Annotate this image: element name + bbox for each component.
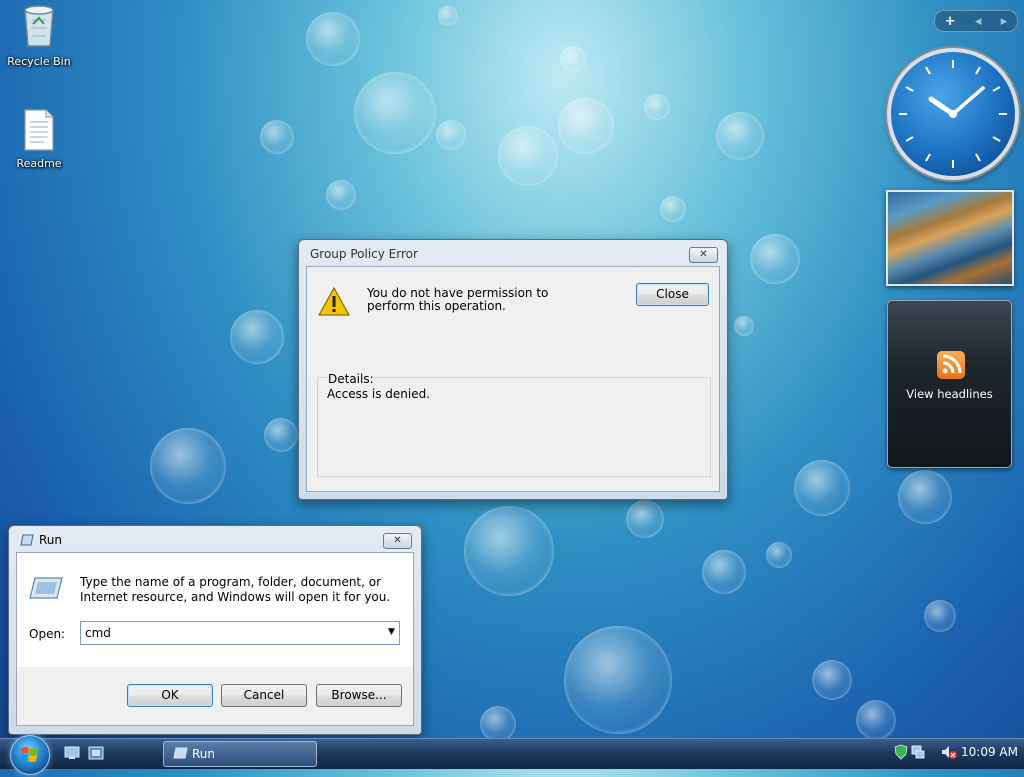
details-group: Details: Access is denied.	[317, 372, 711, 477]
dialog-title-bar[interactable]: Group Policy Error ✕	[299, 240, 727, 266]
open-input[interactable]: cmd	[85, 626, 111, 640]
run-dialog: Run ✕ Type the name of a program, folder…	[8, 525, 422, 735]
taskbar-button-run[interactable]: Run	[163, 741, 317, 767]
dialog-button-area: OK Cancel Browse...	[16, 667, 414, 726]
start-button[interactable]	[10, 735, 50, 775]
network-icon[interactable]	[910, 744, 926, 763]
slideshow-gadget-photo[interactable]	[886, 190, 1014, 286]
details-text: Access is denied.	[327, 387, 431, 401]
view-headlines-label: View headlines	[906, 387, 993, 401]
group-policy-error-dialog: Group Policy Error ✕ You do not have per…	[298, 239, 728, 500]
dialog-title: Group Policy Error	[310, 247, 418, 261]
run-icon	[20, 534, 34, 549]
chevron-down-icon[interactable]: ▼	[388, 627, 395, 637]
warning-icon	[317, 286, 351, 320]
dialog-body: You do not have permission to perform th…	[306, 266, 720, 492]
close-icon: ✕	[393, 535, 402, 546]
taskbar-clock[interactable]: 10:09 AM	[961, 745, 1018, 759]
desktop-icon-label: Recycle Bin	[7, 55, 71, 68]
clock-gadget[interactable]	[887, 48, 1019, 180]
desktop-icon-recycle-bin[interactable]: Recycle Bin	[4, 2, 74, 68]
browse-button[interactable]: Browse...	[316, 684, 402, 707]
text-document-icon	[4, 108, 74, 155]
run-icon	[173, 747, 188, 762]
error-message: You do not have permission to perform th…	[367, 286, 549, 313]
open-label: Open:	[29, 627, 66, 641]
security-shield-icon[interactable]	[893, 744, 909, 763]
windows-logo-icon	[20, 747, 38, 762]
previous-page-button[interactable]: ◂	[975, 14, 982, 29]
close-button[interactable]: Close	[636, 283, 709, 306]
run-description: Type the name of a program, folder, docu…	[80, 575, 391, 604]
close-icon: ✕	[699, 249, 708, 260]
dialog-title-bar[interactable]: Run ✕	[9, 526, 421, 552]
dialog-title: Run	[39, 533, 63, 547]
desktop-icon-readme[interactable]: Readme	[4, 108, 74, 170]
close-window-button[interactable]: ✕	[689, 247, 718, 263]
dialog-body: Type the name of a program, folder, docu…	[16, 552, 414, 668]
rss-feed-icon	[937, 351, 965, 379]
recycle-bin-icon	[4, 2, 74, 53]
desktop-icon-label: Readme	[16, 157, 62, 170]
taskbar	[0, 738, 1024, 769]
switch-windows-icon[interactable]	[88, 746, 104, 763]
run-program-icon	[29, 576, 63, 603]
volume-muted-icon[interactable]	[940, 744, 958, 763]
taskbar-button-label: Run	[192, 747, 216, 761]
ok-button[interactable]: OK	[127, 684, 213, 707]
close-window-button[interactable]: ✕	[383, 533, 412, 549]
open-combobox[interactable]: cmd ▼	[80, 621, 400, 645]
details-label: Details:	[327, 372, 375, 386]
show-desktop-icon[interactable]	[64, 746, 80, 763]
feed-headlines-gadget[interactable]: View headlines	[887, 300, 1012, 468]
next-page-button[interactable]: ▸	[1001, 14, 1008, 29]
clock-face-icon	[899, 60, 1007, 168]
add-gadget-button[interactable]: +	[945, 14, 956, 29]
cancel-button[interactable]: Cancel	[221, 684, 307, 707]
sidebar-controls: + ◂ ▸	[934, 10, 1018, 32]
